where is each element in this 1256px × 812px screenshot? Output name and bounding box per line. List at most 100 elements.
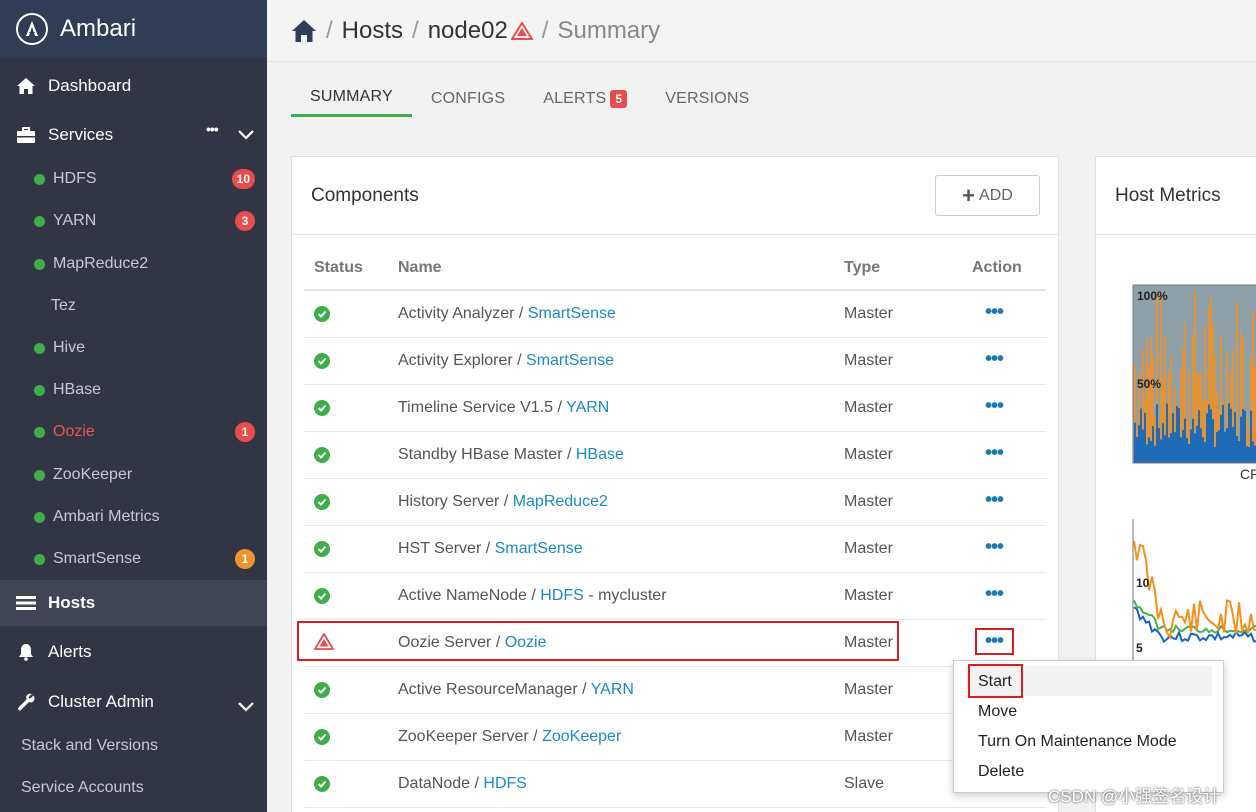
tab-summary[interactable]: SUMMARY	[291, 80, 412, 117]
breadcrumb-hosts[interactable]: Hosts	[342, 17, 403, 45]
cpu-bar	[1158, 428, 1160, 463]
sidebar-service-item[interactable]: SmartSense 1	[0, 539, 267, 579]
component-label: Timeline Service V1.5 /	[398, 399, 567, 416]
cpu-bar	[1180, 437, 1182, 463]
sidebar-item-service-accounts[interactable]: Service Accounts	[21, 779, 144, 797]
more-actions-icon[interactable]: •••	[985, 301, 1004, 324]
load-label-10: 10	[1136, 576, 1150, 590]
add-component-button[interactable]: + ADD	[935, 175, 1040, 216]
alerts-count-badge: 5	[610, 89, 628, 108]
component-type: Master	[844, 587, 893, 604]
cpu-bar	[1188, 443, 1190, 463]
more-actions-icon[interactable]: •••	[985, 536, 1004, 559]
cpu-bar	[1136, 437, 1138, 463]
more-actions-icon[interactable]: •••	[985, 442, 1004, 465]
component-type: Master	[844, 540, 893, 557]
more-actions-icon[interactable]: •••	[985, 395, 1004, 418]
header-name: Name	[398, 259, 442, 276]
cpu-bar	[1244, 410, 1246, 463]
sidebar-item-hosts[interactable]: Hosts	[0, 583, 267, 623]
brand[interactable]: Ambari	[0, 0, 267, 58]
cpu-bar	[1144, 412, 1146, 463]
sidebar-item-alerts[interactable]: Alerts	[0, 632, 267, 672]
status-dot-icon	[34, 173, 45, 185]
sidebar-service-item[interactable]: Ambari Metrics	[0, 497, 267, 537]
more-actions-icon[interactable]: •••	[985, 489, 1004, 512]
status-dot-icon	[34, 511, 45, 523]
chevron-down-icon[interactable]	[238, 125, 254, 145]
sidebar-item-cluster-admin[interactable]: Cluster Admin	[0, 682, 267, 722]
component-label: HST Server /	[398, 540, 495, 557]
component-type: Master	[844, 305, 893, 322]
component-type: Master	[844, 728, 893, 745]
component-label: Active ResourceManager /	[398, 681, 591, 698]
sidebar-service-item[interactable]: YARN 3	[0, 201, 267, 241]
alert-count-badge: 1	[235, 549, 255, 569]
cpu-bar	[1198, 410, 1200, 463]
service-link[interactable]: YARN	[566, 399, 609, 416]
component-type: Slave	[844, 775, 885, 792]
component-label: Activity Explorer /	[398, 352, 527, 369]
highlight-oozie-row	[297, 621, 899, 661]
tab-label: CONFIGS	[430, 89, 506, 107]
cpu-bar	[1212, 419, 1214, 463]
cpu-bar	[1224, 431, 1226, 463]
tab-versions[interactable]: VERSIONS	[646, 80, 768, 117]
sidebar-item-dashboard[interactable]: Dashboard	[0, 66, 267, 106]
breadcrumb-host[interactable]: node02	[428, 17, 508, 45]
sidebar-service-item[interactable]: HBase	[0, 370, 267, 410]
service-link[interactable]: HBase	[576, 446, 624, 463]
menu-item-maintenance[interactable]: Turn On Maintenance Mode	[978, 733, 1177, 751]
tab-alerts[interactable]: ALERTS 5	[524, 80, 646, 117]
sidebar-service-item[interactable]: Hive	[0, 328, 267, 368]
component-name: Standby HBase Master / HBase	[398, 446, 624, 464]
service-link[interactable]: SmartSense	[528, 305, 616, 322]
cpu-bar	[1216, 431, 1218, 463]
cpu-bar	[1206, 413, 1208, 463]
menu-item-move[interactable]: Move	[978, 703, 1017, 721]
service-link[interactable]: SmartSense	[495, 540, 583, 557]
sidebar-service-item[interactable]: ZooKeeper	[0, 455, 267, 495]
cpu-label-50: 50%	[1137, 377, 1161, 391]
status-dot-icon	[34, 553, 45, 565]
sidebar-service-item[interactable]: HDFS 10	[0, 159, 267, 199]
service-link[interactable]: HDFS	[540, 587, 584, 604]
component-suffix: - mycluster	[583, 587, 667, 604]
sidebar-item-stack-versions[interactable]: Stack and Versions	[21, 737, 158, 755]
cpu-bar	[1196, 425, 1198, 463]
component-name: Activity Explorer / SmartSense	[398, 352, 614, 370]
services-more-icon[interactable]: •••	[206, 121, 219, 137]
service-link[interactable]: YARN	[591, 681, 634, 698]
more-actions-icon[interactable]: •••	[985, 348, 1004, 371]
component-name: ZooKeeper Server / ZooKeeper	[398, 728, 621, 746]
sidebar-service-label: Hive	[53, 339, 86, 356]
sidebar-item-services[interactable]: Services •••	[0, 115, 267, 155]
service-link[interactable]: HDFS	[483, 775, 527, 792]
menu-item-delete[interactable]: Delete	[978, 763, 1024, 781]
more-actions-icon[interactable]: •••	[985, 583, 1004, 606]
cpu-bar	[1240, 416, 1242, 463]
sidebar-service-item[interactable]: Tez	[0, 286, 267, 326]
cpu-bar	[1166, 403, 1168, 463]
cpu-bar	[1242, 408, 1244, 463]
component-label: Active NameNode /	[398, 587, 541, 604]
service-link[interactable]: MapReduce2	[513, 493, 608, 510]
ambari-logo-icon	[16, 13, 48, 45]
tab-configs[interactable]: CONFIGS	[412, 80, 524, 117]
component-name: HST Server / SmartSense	[398, 540, 583, 558]
sidebar-service-item[interactable]: Oozie 1	[0, 412, 267, 452]
chevron-down-icon[interactable]	[238, 697, 254, 717]
status-dot-icon	[34, 426, 45, 438]
cpu-bar	[1194, 433, 1196, 463]
tab-label: VERSIONS	[665, 89, 750, 107]
home-icon[interactable]	[291, 19, 317, 43]
component-name: Active NameNode / HDFS - mycluster	[398, 587, 667, 605]
service-link[interactable]: SmartSense	[526, 352, 614, 369]
cpu-bar	[1250, 410, 1252, 463]
header-status: Status	[314, 259, 363, 276]
service-link[interactable]: ZooKeeper	[542, 728, 621, 745]
components-title: Components	[311, 184, 419, 206]
sidebar-item-label: Services	[48, 125, 114, 144]
sidebar-service-item[interactable]: MapReduce2	[0, 244, 267, 284]
cpu-bar	[1238, 441, 1240, 463]
